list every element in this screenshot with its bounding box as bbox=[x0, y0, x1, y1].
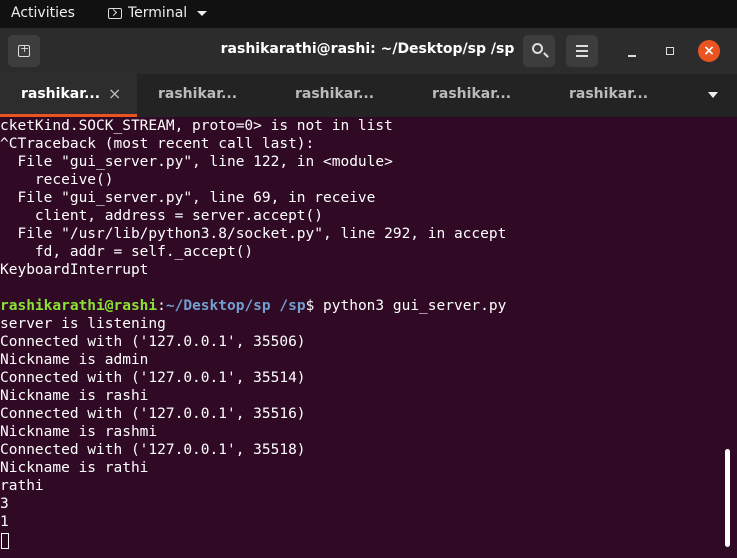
terminal-line: receive() bbox=[0, 172, 114, 188]
terminal-line: Connected with ('127.0.0.1', 35516) bbox=[0, 406, 306, 422]
prompt-symbol: $ bbox=[305, 298, 324, 314]
tab-3[interactable]: rashikar... bbox=[274, 74, 411, 117]
tabs-menu-button[interactable] bbox=[700, 74, 737, 117]
terminal-line: ^CTraceback (most recent call last): bbox=[0, 136, 315, 152]
app-name: Terminal bbox=[128, 5, 188, 21]
terminal-line: Connected with ('127.0.0.1', 35506) bbox=[0, 334, 306, 350]
terminal-line: Connected with ('127.0.0.1', 35518) bbox=[0, 442, 306, 458]
minimize-button[interactable] bbox=[620, 39, 644, 63]
prompt-line: rashikarathi@rashi:~/Desktop/sp /sp$ pyt… bbox=[0, 297, 506, 315]
tab-label: rashikar... bbox=[432, 86, 512, 102]
tab-2[interactable]: rashikar... bbox=[137, 74, 274, 117]
search-icon bbox=[532, 43, 543, 54]
prompt-user-host: rashikarathi@rashi bbox=[0, 298, 158, 314]
close-icon: × bbox=[703, 43, 715, 59]
terminal-line: 3 bbox=[0, 496, 9, 512]
terminal-line: cketKind.SOCK_STREAM, proto=0> is not in… bbox=[0, 118, 393, 134]
search-button[interactable] bbox=[523, 35, 555, 67]
app-menu[interactable]: Terminal bbox=[108, 5, 208, 21]
window-header: rashikarathi@rashi: ~/Desktop/sp /sp × bbox=[0, 28, 737, 74]
terminal-line: Nickname is admin bbox=[0, 352, 149, 368]
terminal-line: Nickname is rashi bbox=[0, 388, 149, 404]
terminal-line: File "gui_server.py", line 122, in <modu… bbox=[0, 154, 393, 170]
maximize-button[interactable] bbox=[658, 39, 682, 63]
terminal-line: rathi bbox=[0, 478, 44, 494]
prompt-command: python3 gui_server.py bbox=[323, 298, 507, 314]
terminal-output[interactable]: cketKind.SOCK_STREAM, proto=0> is not in… bbox=[0, 117, 737, 558]
terminal-line: Nickname is rathi bbox=[0, 460, 149, 476]
tab-label: rashikar... bbox=[295, 86, 375, 102]
terminal-line: server is listening bbox=[0, 316, 166, 332]
tab-4[interactable]: rashikar... bbox=[411, 74, 548, 117]
close-button[interactable]: × bbox=[698, 40, 720, 62]
prompt-separator: : bbox=[157, 298, 166, 314]
terminal-line: KeyboardInterrupt bbox=[0, 262, 149, 278]
terminal-icon bbox=[108, 7, 122, 19]
cursor bbox=[1, 533, 9, 549]
terminal-line: Nickname is rashmi bbox=[0, 424, 158, 440]
tab-1[interactable]: rashikar... × bbox=[0, 74, 137, 117]
terminal-line: 1 bbox=[0, 514, 9, 530]
tab-label: rashikar... bbox=[158, 86, 238, 102]
tab-close-icon[interactable]: × bbox=[108, 84, 121, 103]
activities-button[interactable]: Activities bbox=[11, 5, 75, 21]
prompt-path: ~/Desktop/sp /sp bbox=[165, 298, 306, 314]
tab-bar: rashikar... × rashikar... rashikar... rashik… bbox=[0, 74, 737, 117]
tab-label: rashikar... bbox=[569, 86, 649, 102]
terminal-line: File "gui_server.py", line 69, in receiv… bbox=[0, 190, 376, 206]
tab-label: rashikar... bbox=[21, 86, 101, 102]
terminal-line: File "/usr/lib/python3.8/socket.py", lin… bbox=[0, 226, 507, 242]
terminal-line: fd, addr = self._accept() bbox=[0, 244, 254, 260]
hamburger-icon bbox=[576, 45, 588, 47]
menu-button[interactable] bbox=[566, 35, 598, 67]
top-bar: Activities Terminal bbox=[0, 0, 737, 28]
terminal-line: Connected with ('127.0.0.1', 35514) bbox=[0, 370, 306, 386]
chevron-down-icon bbox=[197, 10, 208, 16]
scrollbar[interactable] bbox=[725, 449, 730, 547]
tab-5[interactable]: rashikar... bbox=[548, 74, 685, 117]
terminal-line: client, address = server.accept() bbox=[0, 208, 324, 224]
